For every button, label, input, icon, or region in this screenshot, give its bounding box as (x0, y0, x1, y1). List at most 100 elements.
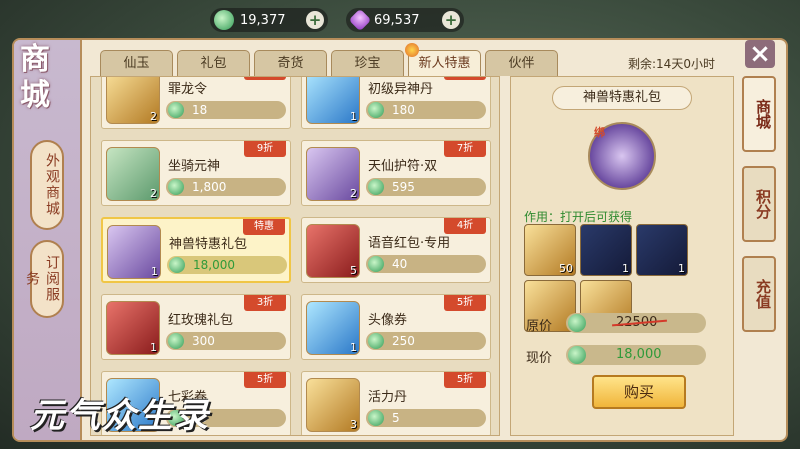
list-item[interactable]: 5 语音红包·专用 4折 40 (301, 217, 491, 283)
tab-recharge[interactable]: 充值 (742, 256, 776, 332)
effect-text: 作用：打开后可获得 (524, 210, 633, 224)
content-slot[interactable]: 1 (580, 224, 632, 276)
discount-badge: 6折 (244, 77, 286, 80)
list-item-selected[interactable]: 1 神兽特惠礼包 特惠 18,000 (101, 217, 291, 283)
add-jade-button[interactable]: + (306, 11, 324, 29)
gem-amount: 69,537 (374, 12, 420, 28)
list-item[interactable]: 1 头像券 5折 250 (301, 294, 491, 360)
item-count: 1 (350, 341, 357, 354)
gem-currency: 69,537 + (346, 8, 464, 32)
jade-coin-icon (368, 102, 384, 118)
jade-currency: 19,377 + (210, 8, 328, 32)
original-price-label: 原价 (526, 319, 553, 334)
item-thumbnail: 2 (106, 147, 160, 201)
buy-button[interactable]: 购买 (592, 375, 686, 409)
tab-points[interactable]: 积分 (742, 166, 776, 242)
jade-coin-icon (568, 314, 586, 332)
list-item[interactable]: 2 坐骑元神 9折 1,800 (101, 140, 291, 206)
current-price-label: 现价 (526, 351, 553, 366)
discount-badge: 5折 (444, 295, 486, 311)
jade-coin-icon (368, 410, 384, 426)
jade-amount: 19,377 (240, 12, 286, 28)
item-price: 300 (166, 332, 286, 350)
item-price: 40 (366, 255, 486, 273)
appearance-shop-button[interactable]: 外观商城 (30, 140, 64, 230)
discount-badge: 特惠 (243, 219, 285, 235)
list-item[interactable]: 1 初级异神丹 3折 180 (301, 77, 491, 129)
item-name: 语音红包·专用 (368, 236, 451, 251)
tab-shop[interactable]: 商城 (742, 76, 776, 152)
item-count: 1 (350, 110, 357, 123)
item-list: 2 罪龙令 6折 18 1 初级异神丹 3折 180 2 坐骑元神 9折 1,8… (90, 76, 500, 436)
item-thumbnail: 1 (106, 301, 160, 355)
item-price: 18,000 (167, 256, 287, 274)
item-name: 坐骑元神 (168, 159, 221, 174)
tab-rare-goods[interactable]: 奇货 (254, 50, 327, 76)
list-item[interactable]: 3 活力丹 5折 5 (301, 371, 491, 435)
item-price: 250 (366, 332, 486, 350)
item-thumbnail: 2 (306, 147, 360, 201)
jade-icon (214, 10, 234, 30)
current-price: 18,000 (566, 345, 706, 365)
game-logo: 元气众生录 (30, 396, 210, 436)
discount-badge: 3折 (244, 295, 286, 311)
shop-title: 商城 (20, 42, 50, 113)
item-thumbnail: 2 (106, 77, 160, 124)
tab-partner[interactable]: 伙伴 (485, 50, 558, 76)
add-gem-button[interactable]: + (442, 11, 460, 29)
tab-newcomer-deals[interactable]: 新人特惠 (405, 43, 481, 76)
item-thumbnail: 3 (306, 378, 360, 432)
jade-coin-icon (168, 179, 184, 195)
item-count: 1 (150, 341, 157, 354)
item-count: 1 (151, 265, 158, 278)
detail-title: 神兽特惠礼包 (552, 86, 692, 110)
close-button[interactable]: × (745, 40, 775, 68)
item-name: 红玫瑰礼包 (168, 313, 234, 328)
tab-gift-pack[interactable]: 礼包 (177, 50, 250, 76)
item-count: 5 (350, 264, 357, 277)
item-price: 1,800 (166, 178, 286, 196)
slot-count: 1 (678, 262, 685, 275)
content-slot[interactable]: 50 (524, 224, 576, 276)
gem-icon (348, 8, 372, 32)
item-name: 天仙护符·双 (368, 159, 438, 174)
jade-coin-icon (368, 179, 384, 195)
list-item[interactable]: 1 红玫瑰礼包 3折 300 (101, 294, 291, 360)
jade-coin-icon (169, 257, 185, 273)
tab-treasure[interactable]: 珍宝 (331, 50, 404, 76)
item-price: 5 (366, 409, 486, 427)
jade-coin-icon (368, 256, 384, 272)
item-thumbnail: 1 (306, 77, 360, 124)
item-name: 活力丹 (368, 390, 408, 405)
item-count: 2 (150, 110, 157, 123)
item-thumbnail: 5 (306, 224, 360, 278)
slot-count: 50 (559, 262, 573, 275)
item-thumbnail: 1 (107, 225, 161, 279)
jade-coin-icon (168, 333, 184, 349)
original-price: 22500 (566, 313, 706, 333)
discount-badge: 4折 (444, 218, 486, 234)
item-name: 头像券 (368, 313, 408, 328)
bound-tag: 绑 (594, 126, 605, 139)
discount-badge: 3折 (444, 77, 486, 80)
content-slot[interactable]: 1 (636, 224, 688, 276)
tab-xianyu[interactable]: 仙玉 (100, 50, 173, 76)
item-price: 18 (166, 101, 286, 119)
jade-coin-icon (168, 102, 184, 118)
currency-bar: 19,377 + 69,537 + (210, 8, 464, 32)
jade-coin-icon (568, 346, 586, 364)
category-tabs: 仙玉 礼包 奇货 珍宝 新人特惠 伙伴 (100, 43, 558, 76)
item-name: 罪龙令 (168, 82, 208, 97)
slot-count: 1 (622, 262, 629, 275)
discount-badge: 5折 (444, 372, 486, 388)
item-price: 180 (366, 101, 486, 119)
list-item[interactable]: 2 罪龙令 6折 18 (101, 77, 291, 129)
item-count: 2 (150, 187, 157, 200)
list-item[interactable]: 2 天仙护符·双 7折 595 (301, 140, 491, 206)
item-thumbnail: 1 (306, 301, 360, 355)
item-count: 3 (350, 418, 357, 431)
remaining-time: 剩余:14天0小时 (628, 57, 715, 71)
discount-badge: 5折 (244, 372, 286, 388)
subscription-button[interactable]: 订阅服务 (24, 240, 64, 318)
item-name: 初级异神丹 (368, 82, 434, 97)
